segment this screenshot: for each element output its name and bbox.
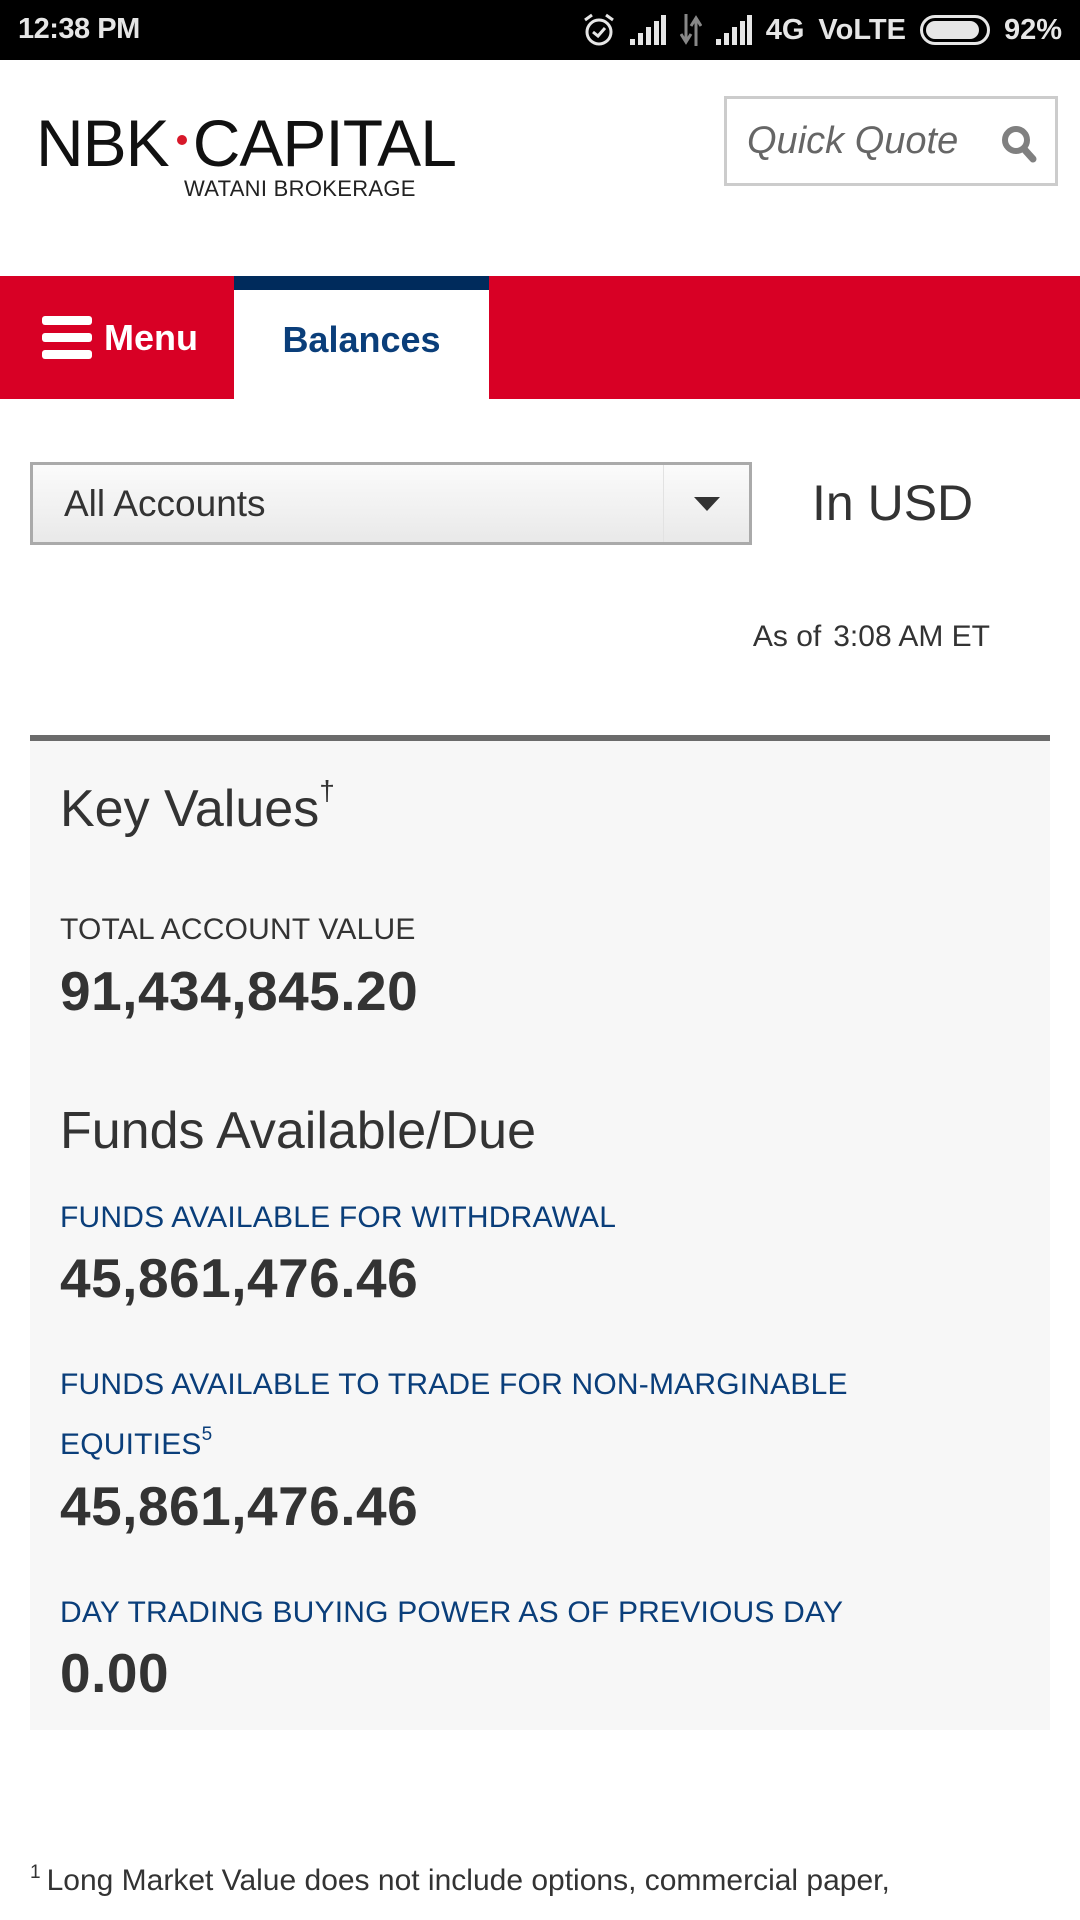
funds-nonmarginable-value: 45,861,476.46: [60, 1475, 419, 1537]
key-values-panel: Key Values† TOTAL ACCOUNT VALUE 91,434,8…: [30, 735, 1050, 1730]
footnote-1: 1 Long Market Value does not include opti…: [30, 1862, 890, 1898]
logo-text-nbk: NBK: [36, 106, 170, 180]
quick-quote-input[interactable]: [747, 119, 987, 163]
status-icons: 4G VoLTE 92%: [582, 10, 1062, 50]
battery-level: [925, 21, 980, 39]
caret-down-icon: [693, 496, 720, 511]
dagger-footnote-mark: †: [319, 775, 335, 806]
account-select-value: All Accounts: [64, 482, 266, 524]
funds-nonmarginable-label-line2: EQUITIES5: [60, 1424, 212, 1462]
volte-indicator: VoLTE: [818, 13, 906, 46]
funds-withdrawal-value: 45,861,476.46: [60, 1247, 419, 1309]
day-trading-bp-label: DAY TRADING BUYING POWER AS OF PREVIOUS …: [60, 1596, 844, 1629]
account-select[interactable]: All Accounts: [30, 462, 752, 545]
quick-quote-search[interactable]: [724, 96, 1058, 186]
footnote-text: Long Market Value does not include optio…: [46, 1864, 890, 1897]
nav-bar: Menu Balances: [0, 276, 1080, 399]
search-icon[interactable]: [1001, 125, 1037, 168]
funds-nonmarginable-label: FUNDS AVAILABLE TO TRADE FOR NON-MARGINA…: [60, 1368, 848, 1401]
tab-balances-label: Balances: [282, 318, 441, 360]
hamburger-icon: [42, 316, 92, 359]
day-trading-bp-value: 0.00: [60, 1642, 170, 1704]
nbk-capital-logo[interactable]: NBK CAPITAL WATANI BROKERAGE: [36, 106, 457, 202]
as-of-prefix: As of: [752, 620, 822, 653]
status-bar: 12:38 PM 4G VoLTE 92%: [0, 0, 1080, 60]
as-of-timestamp: As of 3:08 AM ET: [753, 620, 990, 654]
account-select-toggle[interactable]: [663, 465, 749, 542]
key-values-title: Key Values†: [60, 775, 335, 839]
funds-withdrawal-label: FUNDS AVAILABLE FOR WITHDRAWAL: [60, 1201, 617, 1234]
alarm-icon: [582, 12, 616, 48]
tab-balances[interactable]: Balances: [234, 276, 489, 399]
logo-subtitle: WATANI BROKERAGE: [184, 176, 416, 201]
menu-button[interactable]: Menu: [0, 276, 234, 399]
key-values-title-text: Key Values: [60, 780, 320, 838]
battery-percent: 92%: [1003, 13, 1062, 46]
currency-label: In USD: [812, 475, 974, 531]
signal-icon: [629, 15, 666, 45]
funds-nonmarginable-label-text: EQUITIES: [60, 1428, 202, 1461]
logo-dot: [176, 135, 187, 145]
as-of-time: 3:08 AM ET: [833, 620, 990, 653]
total-account-value-label: TOTAL ACCOUNT VALUE: [60, 913, 416, 946]
logo-text-capital: CAPITAL: [192, 106, 457, 180]
battery-icon: [919, 15, 990, 45]
signal-icon: [715, 15, 752, 45]
logo-wordmark: NBK CAPITAL: [36, 106, 457, 180]
menu-label: Menu: [104, 316, 198, 358]
network-type: 4G: [765, 13, 805, 46]
footnote-5-mark: 5: [201, 1424, 213, 1445]
total-account-value: 91,434,845.20: [60, 960, 419, 1022]
data-transfer-icon: [679, 14, 702, 46]
funds-available-title: Funds Available/Due: [60, 1102, 537, 1160]
footnote-number: 1: [30, 1862, 41, 1883]
status-time: 12:38 PM: [18, 13, 140, 45]
